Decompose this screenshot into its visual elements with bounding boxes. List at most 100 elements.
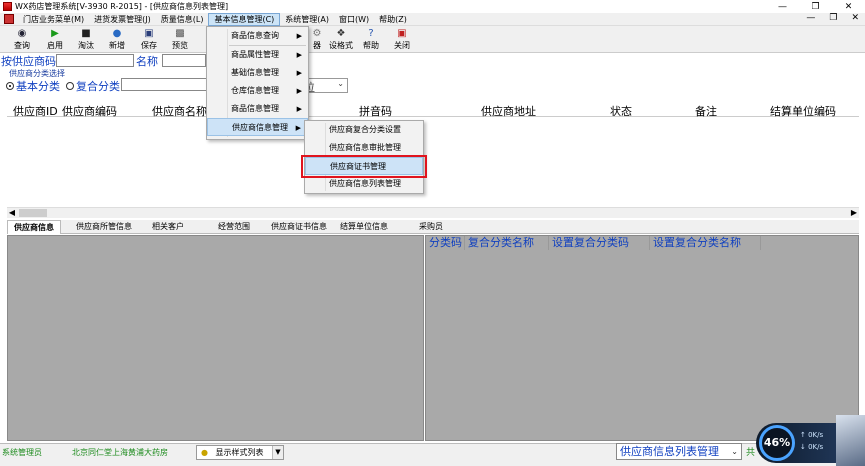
network-speed-widget[interactable]: 46% ↑ 0K/s ↓ 0K/s (756, 415, 865, 466)
chevron-down-icon: ⌄ (337, 79, 344, 88)
status-edge-fragment: 共 (746, 448, 756, 458)
retire-button[interactable]: ■ 淘汰 (71, 27, 101, 51)
submenu-arrow-icon: ▶ (296, 105, 302, 113)
format-icon: ❖ (336, 28, 346, 39)
character-avatar (836, 415, 865, 466)
window-title: WX药店管理系统[V-3930 R-2015] - [供应商信息列表管理] (15, 2, 229, 11)
stop-icon: ■ (81, 28, 91, 39)
lock-icon: ● (201, 448, 208, 457)
menu-item-supplier-info[interactable]: 供应商信息管理 ▶ (207, 118, 308, 136)
tab-settlement-units[interactable]: 结算单位信息 (334, 220, 394, 234)
menu-store-business[interactable]: 门店业务菜单(M) (18, 13, 89, 26)
chevron-down-icon: ▼ (272, 446, 283, 459)
menu-help[interactable]: 帮助(Z) (374, 13, 412, 26)
chevron-down-icon: ⌄ (731, 447, 738, 456)
scroll-left-icon[interactable]: ◀ (7, 208, 17, 218)
status-store: 北京同仁堂上海黄浦大药房 (72, 448, 168, 457)
horizontal-scrollbar[interactable]: ◀ ▶ (7, 207, 859, 218)
composite-category-panel[interactable]: 分类码 复合分类名称 设置复合分类码 设置复合分类名称 (425, 235, 859, 441)
close-window-button[interactable]: ▣ 关闭 (387, 27, 417, 51)
mdi-minimize-button[interactable]: — (806, 13, 815, 23)
submenu-arrow-icon: ▶ (296, 87, 302, 95)
menu-system[interactable]: 系统管理(A) (280, 13, 334, 26)
widget-speeds: ↑ 0K/s ↓ 0K/s (800, 431, 824, 451)
radio-composite-label: 复合分类 (76, 80, 120, 93)
mdi-close-button[interactable]: ✕ (851, 13, 859, 23)
menu-item-product-attributes[interactable]: 商品属性管理 ▶ (207, 46, 308, 64)
preview-button[interactable]: ▩ 预览 (165, 27, 195, 51)
supplier-code-input[interactable] (56, 54, 134, 67)
app-icon (3, 2, 12, 11)
widget-percent: 46% (759, 425, 795, 461)
style-list-combo[interactable]: ● 显示样式列表 ▼ (196, 445, 284, 460)
play-icon: ▶ (51, 28, 59, 39)
upload-arrow-icon: ↑ (800, 431, 809, 439)
scroll-right-icon[interactable]: ▶ (849, 208, 859, 218)
close-door-icon: ▣ (397, 28, 407, 39)
supplier-code-label: 按供应商码 (1, 55, 56, 68)
col-set-composite-code[interactable]: 设置复合分类码 (549, 236, 650, 250)
query-button[interactable]: ◉ 查询 (7, 27, 37, 51)
submenu-item-composite-category[interactable]: 供应商复合分类设置 (305, 121, 423, 139)
radio-dot (6, 82, 14, 90)
menu-item-product-query[interactable]: 商品信息查询 ▶ (207, 27, 308, 45)
menu-purchase-invoice[interactable]: 进货发票管理(J) (89, 13, 156, 26)
minimize-button[interactable]: — (766, 0, 799, 13)
save-icon: ▣ (144, 28, 154, 39)
save-button[interactable]: ▣ 保存 (134, 27, 164, 51)
menu-item-warehouse[interactable]: 仓库信息管理 ▶ (207, 82, 308, 100)
radio-basic-category[interactable]: 基本分类 (6, 78, 60, 94)
globe-icon: ● (112, 28, 122, 39)
radio-dot (66, 82, 74, 90)
tool-icon: ⚙ (312, 28, 322, 39)
download-arrow-icon: ↓ (800, 443, 809, 451)
supplier-grid-body[interactable] (7, 117, 859, 207)
radio-basic-label: 基本分类 (16, 80, 60, 93)
basic-info-menu: 商品信息查询 ▶ 商品属性管理 ▶ 基础信息管理 ▶ 仓库信息管理 ▶ 商品信息管理 ▶ … (206, 26, 309, 140)
submenu-arrow-icon: ▶ (296, 32, 302, 40)
menu-basic-info[interactable]: 基本信息管理(C) (208, 12, 281, 26)
menu-quality-info[interactable]: 质量信息(L) (156, 13, 209, 26)
add-button[interactable]: ● 新增 (102, 27, 132, 51)
menu-item-product-info[interactable]: 商品信息管理 ▶ (207, 100, 308, 118)
name-label: 名称 (136, 55, 158, 68)
window-controls: — ❐ ✕ (766, 0, 865, 13)
col-set-composite-name[interactable]: 设置复合分类名称 (650, 236, 761, 250)
scroll-thumb[interactable] (19, 209, 47, 217)
tab-related-customers[interactable]: 相关客户 (146, 220, 190, 234)
mdi-controls: — ❐ ✕ (806, 13, 859, 23)
menu-item-basic-data[interactable]: 基础信息管理 ▶ (207, 64, 308, 82)
category-input[interactable] (121, 78, 207, 91)
maximize-button[interactable]: ❐ (799, 0, 832, 13)
name-input[interactable] (162, 54, 206, 67)
close-button[interactable]: ✕ (832, 0, 865, 13)
submenu-arrow-icon: ▶ (295, 124, 301, 132)
mdi-child-icon[interactable] (4, 14, 14, 24)
status-user: 系统管理员 (2, 448, 42, 457)
toolbar: ◉ 查询 ▶ 启用 ■ 淘汰 ● 新增 ▣ 保存 ▩ 预览 ⚙ 器 ❖ 设格式 … (0, 26, 865, 53)
annotation-highlight-box (301, 155, 427, 178)
menu-bar: 门店业务菜单(M) 进货发票管理(J) 质量信息(L) 基本信息管理(C) 系统… (0, 12, 865, 26)
tab-buyers[interactable]: 采购员 (413, 220, 449, 234)
col-composite-name[interactable]: 复合分类名称 (465, 236, 549, 250)
title-bar: WX药店管理系统[V-3930 R-2015] - [供应商信息列表管理] — … (0, 0, 865, 13)
help-icon: ? (368, 28, 374, 39)
col-category-code[interactable]: 分类码 (426, 236, 465, 250)
detail-tabs: 供应商信息 供应商所管信息 相关客户 经营范围 供应商证书信息 结算单位信息 采… (7, 220, 859, 234)
help-button[interactable]: ? 帮助 (356, 27, 386, 51)
submenu-arrow-icon: ▶ (296, 69, 302, 77)
menu-window[interactable]: 窗口(W) (334, 13, 374, 26)
enable-button[interactable]: ▶ 启用 (40, 27, 70, 51)
tab-business-scope[interactable]: 经营范围 (212, 220, 256, 234)
supplier-grid-header: 供应商ID 供应商编码 供应商名称 拼音码 供应商地址 状态 备注 结算单位编码 (7, 102, 859, 118)
submenu-arrow-icon: ▶ (296, 51, 302, 59)
tab-supplier-info[interactable]: 供应商信息 (7, 220, 61, 234)
form-list-combo[interactable]: 供应商信息列表管理 ⌄ (616, 443, 742, 460)
radio-composite-category[interactable]: 复合分类 (66, 78, 120, 94)
preview-icon: ▩ (175, 28, 185, 39)
tab-supplier-managed-info[interactable]: 供应商所管信息 (70, 220, 138, 234)
tab-supplier-certificates[interactable]: 供应商证书信息 (265, 220, 333, 234)
format-button[interactable]: ❖ 设格式 (326, 27, 356, 51)
mdi-restore-button[interactable]: ❐ (829, 13, 837, 23)
supplier-info-panel[interactable] (7, 235, 424, 441)
